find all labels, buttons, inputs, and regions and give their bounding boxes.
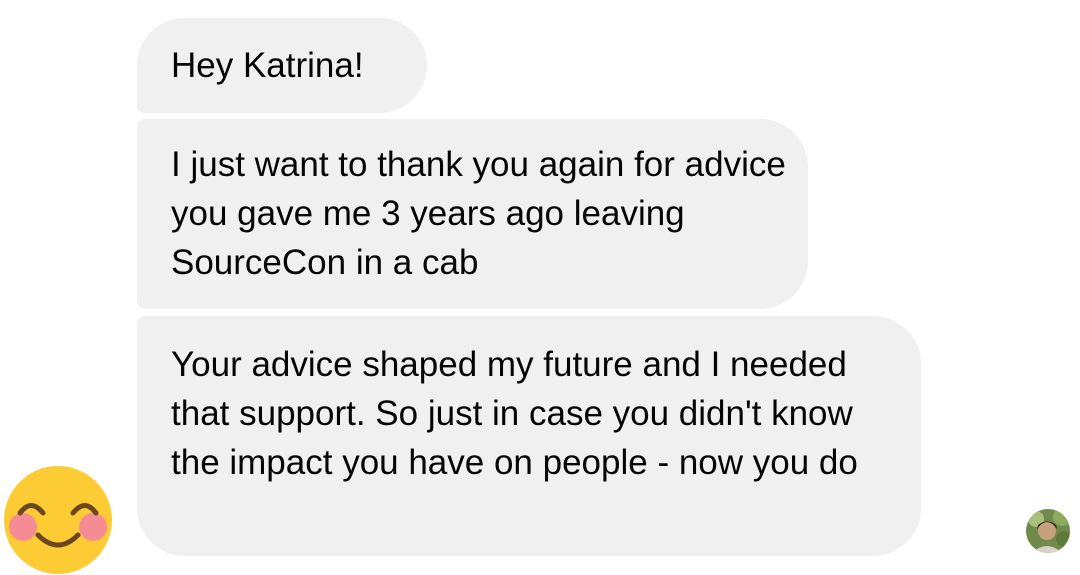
- avatar[interactable]: [1026, 509, 1070, 553]
- message-bubble[interactable]: Your advice shaped my future and I neede…: [137, 316, 921, 556]
- profile-photo-icon: [1026, 509, 1070, 553]
- message-thread: Hey Katrina! I just want to thank you ag…: [0, 0, 1080, 575]
- message-bubble[interactable]: Hey Katrina!: [137, 18, 427, 113]
- message-text: Your advice shaped my future and I neede…: [171, 345, 858, 482]
- message-text: I just want to thank you again for advic…: [171, 145, 786, 282]
- smiling-face-emoji-icon[interactable]: [3, 465, 113, 575]
- message-text: Hey Katrina!: [171, 46, 364, 85]
- message-bubble[interactable]: I just want to thank you again for advic…: [137, 119, 808, 309]
